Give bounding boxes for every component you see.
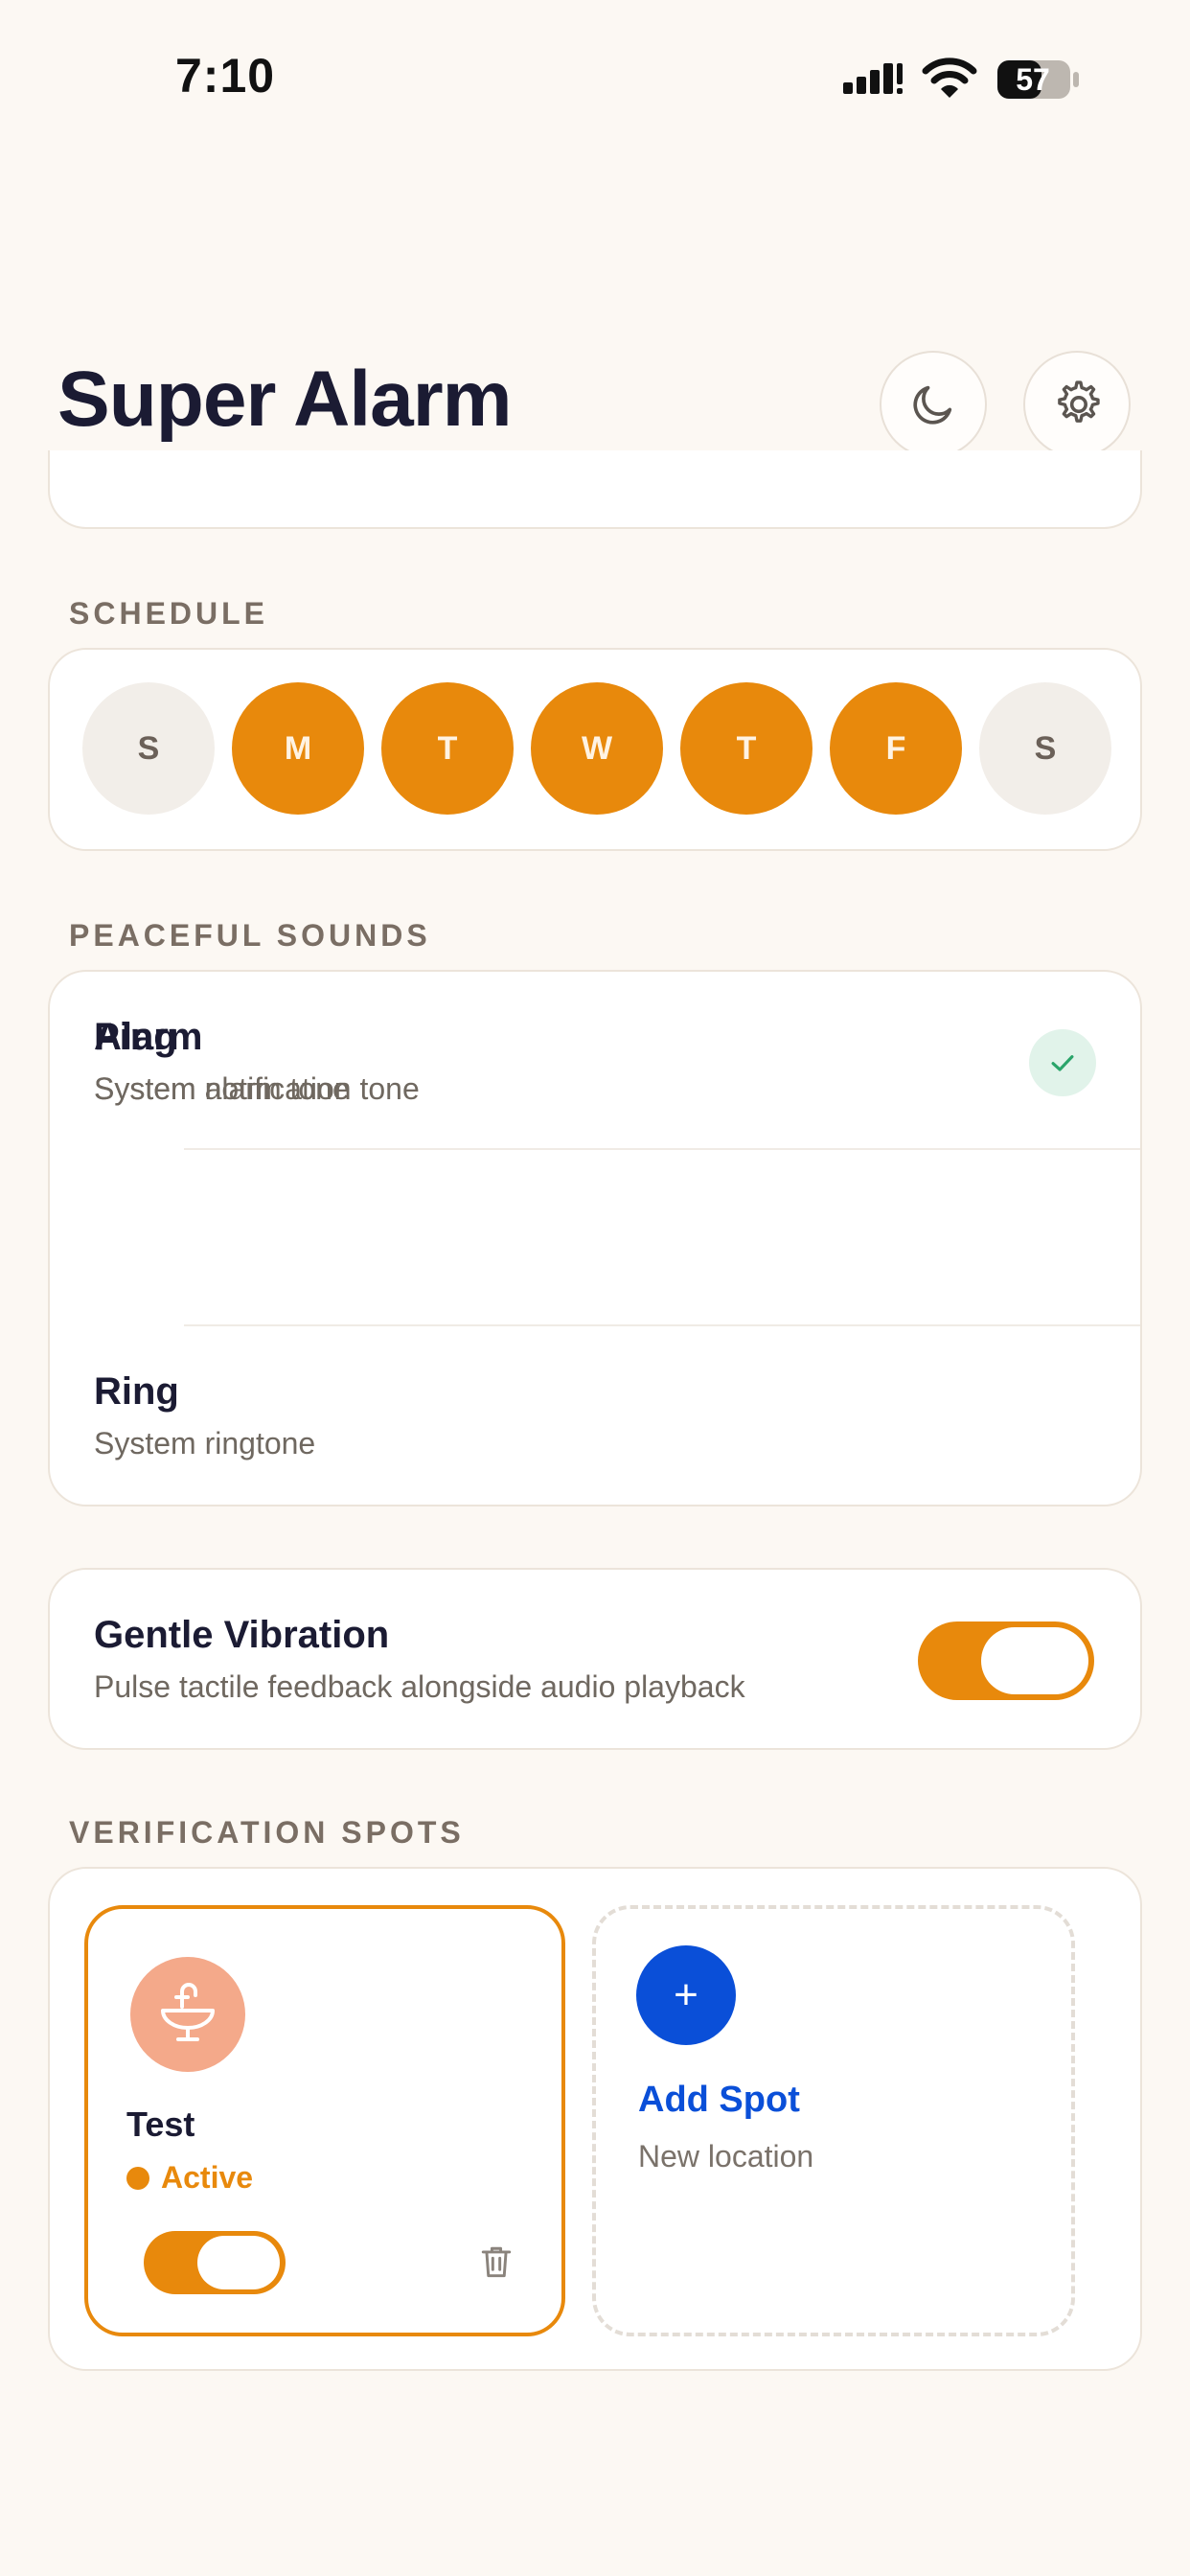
vibration-description: Pulse tactile feedback alongside audio p… [94, 1669, 745, 1704]
plus-icon[interactable]: + [636, 1945, 736, 2045]
day-monday[interactable]: M [232, 682, 364, 815]
sound-name: Ring [94, 1370, 179, 1413]
sink-icon [130, 1957, 245, 2072]
spot-name: Test [126, 2104, 195, 2144]
sound-option-ping[interactable]: Ping System notification tone [50, 972, 1140, 1148]
scrolled-card-bottom [48, 450, 1142, 529]
add-spot-label: Add Spot [638, 2080, 800, 2120]
toggle-knob [981, 1627, 1088, 1694]
spot-status: Active [126, 2160, 253, 2196]
divider [184, 1148, 1140, 1150]
vibration-toggle[interactable] [918, 1622, 1094, 1700]
spots-label: VERIFICATION SPOTS [69, 1815, 465, 1850]
spot-toggle[interactable] [144, 2231, 286, 2294]
day-tuesday[interactable]: T [381, 682, 514, 815]
sound-description: System notification tone [94, 1071, 420, 1106]
day-wednesday[interactable]: W [531, 682, 663, 815]
night-mode-button[interactable] [880, 351, 987, 458]
sounds-label: PEACEFUL SOUNDS [69, 918, 431, 953]
sound-name: Ping [94, 1016, 177, 1058]
trash-icon[interactable] [475, 2241, 517, 2283]
status-bar: 7:10 57 [0, 0, 1190, 163]
status-dot [126, 2166, 149, 2190]
app-screen: 7:10 57 Super Alarm SCHEDULE S M T W T F… [0, 0, 1190, 2576]
spots-card: Test Active + Add Spot New location [48, 1867, 1142, 2371]
sound-option-ring[interactable]: Ring System ringtone [50, 1326, 1140, 1503]
moon-icon [913, 385, 952, 425]
divider [184, 1324, 1140, 1326]
day-friday[interactable]: F [830, 682, 962, 815]
add-spot-description: New location [638, 2139, 814, 2174]
gear-icon [1058, 380, 1100, 423]
wifi-icon [922, 58, 977, 98]
spot-status-text: Active [161, 2160, 254, 2195]
schedule-label: SCHEDULE [69, 596, 269, 631]
app-title: Super Alarm [57, 356, 513, 443]
settings-button[interactable] [1023, 351, 1131, 458]
schedule-card: S M T W T F S [48, 648, 1142, 851]
sound-description: System ringtone [94, 1426, 316, 1460]
status-time: 7:10 [175, 49, 276, 103]
battery-level: 57 [1016, 62, 1050, 97]
vibration-title: Gentle Vibration [94, 1614, 390, 1656]
sink-icon-graphic [161, 1983, 215, 2041]
toggle-knob [197, 2236, 280, 2289]
spot-card-test[interactable]: Test Active [84, 1905, 565, 2336]
day-saturday[interactable]: S [979, 682, 1111, 815]
add-spot-card[interactable]: + Add Spot New location [592, 1905, 1075, 2336]
day-thursday[interactable]: T [680, 682, 812, 815]
cellular-signal-icon [843, 63, 903, 94]
day-sunday[interactable]: S [82, 682, 215, 815]
sounds-card: Alarm System alarm tone Ring System ring… [48, 970, 1142, 1506]
day-selector: S M T W T F S [82, 682, 1111, 815]
vibration-card: Gentle Vibration Pulse tactile feedback … [48, 1568, 1142, 1750]
